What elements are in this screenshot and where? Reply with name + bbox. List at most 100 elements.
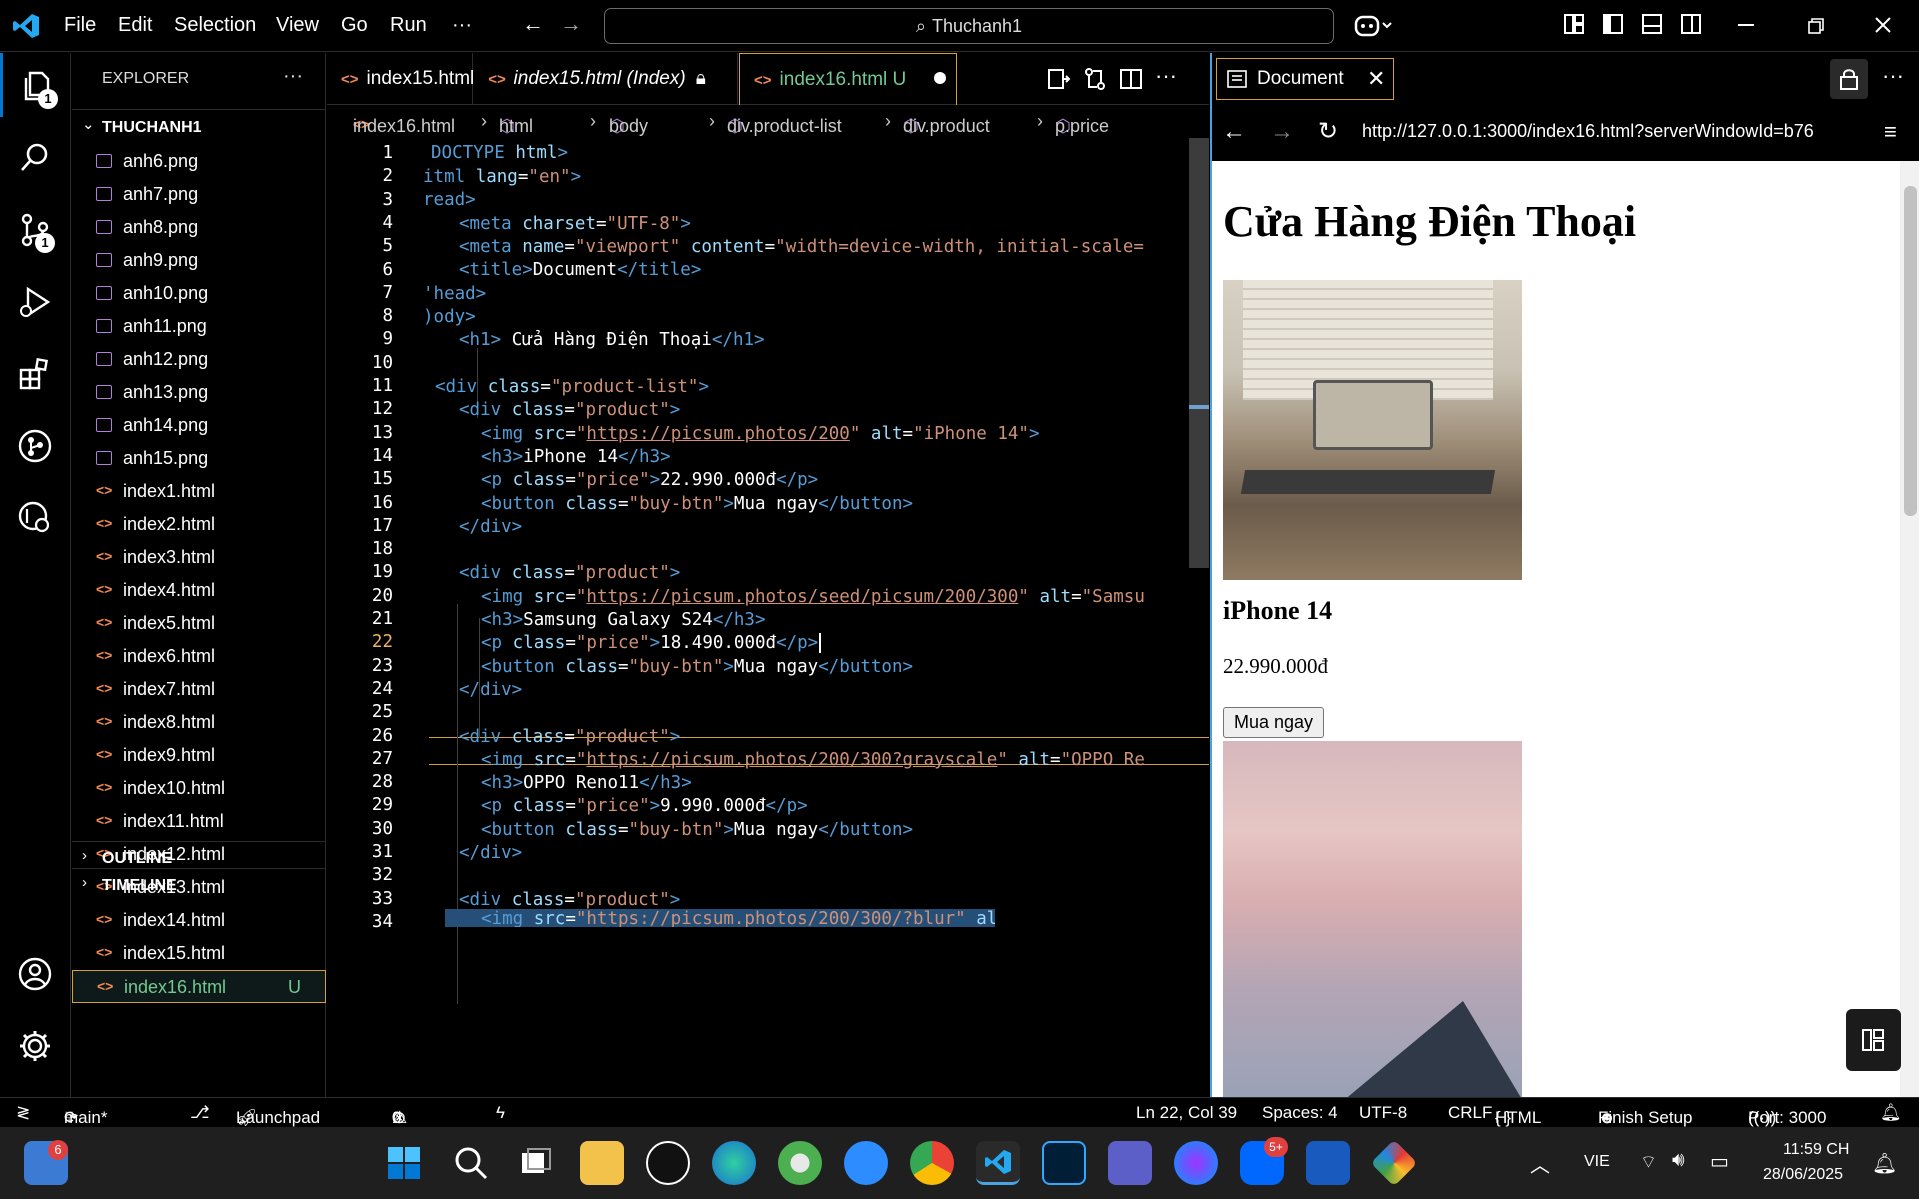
floating-action-button[interactable] bbox=[1846, 1009, 1901, 1071]
manage-activity[interactable] bbox=[0, 1013, 71, 1077]
forward-arrow-icon[interactable]: → bbox=[560, 11, 582, 37]
reload-icon[interactable]: ↻ bbox=[1318, 117, 1338, 146]
outline-section[interactable]: › OUTLINE bbox=[82, 844, 322, 874]
menu-edit[interactable]: Edit bbox=[118, 14, 152, 37]
tiktok-icon[interactable] bbox=[646, 1141, 690, 1185]
menu-view[interactable]: View bbox=[276, 14, 319, 37]
file-item[interactable]: <> index15.html bbox=[72, 937, 326, 970]
volume-icon[interactable]: 🔊︎ bbox=[1672, 1149, 1685, 1172]
remote-icon[interactable]: ≷ bbox=[16, 1103, 30, 1123]
menu-file[interactable]: File bbox=[64, 14, 96, 37]
menu-go[interactable]: Go bbox=[341, 14, 368, 37]
notification-center-icon[interactable]: 🔔︎ bbox=[1872, 1151, 1897, 1176]
timeline-section[interactable]: › TIMELINE bbox=[82, 871, 322, 901]
file-item[interactable]: anh11.png bbox=[72, 310, 326, 343]
toggle-secondary-sidebar-icon[interactable] bbox=[1680, 13, 1702, 35]
wifi-icon[interactable]: ⌔ bbox=[1640, 1151, 1657, 1174]
zoom-icon[interactable] bbox=[844, 1141, 888, 1185]
file-item[interactable]: <> index1.html bbox=[72, 475, 326, 508]
url-field[interactable]: http://127.0.0.1:3000/index16.html?serve… bbox=[1362, 121, 1814, 142]
photoshop-icon[interactable] bbox=[1042, 1141, 1086, 1185]
lightning-icon[interactable]: ϟ bbox=[496, 1103, 505, 1123]
source-control-activity[interactable]: 1 bbox=[0, 197, 71, 261]
file-item[interactable]: anh10.png bbox=[72, 277, 326, 310]
file-item[interactable]: <> index5.html bbox=[72, 607, 326, 640]
extensions-activity[interactable] bbox=[0, 341, 71, 405]
file-item[interactable]: <> index6.html bbox=[72, 640, 326, 673]
file-item[interactable]: <> index10.html bbox=[72, 772, 326, 805]
clock-time[interactable]: 11:59 CH bbox=[1783, 1141, 1849, 1159]
file-item[interactable]: anh6.png bbox=[72, 145, 326, 178]
file-item[interactable]: anh9.png bbox=[72, 244, 326, 277]
explorer-activity[interactable]: 1 bbox=[0, 53, 71, 117]
messenger-icon[interactable] bbox=[1174, 1141, 1218, 1185]
close-tab-icon[interactable]: ✕ bbox=[1367, 66, 1385, 92]
file-item[interactable]: <> index8.html bbox=[72, 706, 326, 739]
vscode-taskbar-icon[interactable] bbox=[976, 1141, 1020, 1185]
gitlens-status-icon[interactable]: ⎇ bbox=[190, 1103, 210, 1123]
edge-icon[interactable] bbox=[712, 1141, 756, 1185]
file-item[interactable]: <> index2.html bbox=[72, 508, 326, 541]
file-item[interactable]: <> index11.html bbox=[72, 805, 326, 838]
restore-icon[interactable] bbox=[1808, 18, 1824, 34]
copilot-icon[interactable] bbox=[1354, 13, 1394, 39]
live-share-activity[interactable] bbox=[0, 485, 71, 549]
file-item[interactable]: anh15.png bbox=[72, 442, 326, 475]
search-activity[interactable] bbox=[0, 125, 71, 189]
search-icon[interactable] bbox=[448, 1141, 492, 1185]
encoding[interactable]: UTF-8 bbox=[1359, 1103, 1407, 1123]
folder-thuchanh1[interactable]: ⌄ THUCHANH1 bbox=[82, 113, 322, 143]
menu-more[interactable]: ··· bbox=[452, 14, 472, 37]
file-item[interactable]: anh13.png bbox=[72, 376, 326, 409]
explorer-more-icon[interactable]: ··· bbox=[283, 65, 303, 88]
minimize-icon[interactable] bbox=[1738, 24, 1754, 26]
tab-index16[interactable]: <> index16.html U bbox=[739, 53, 957, 105]
cursor-position[interactable]: Ln 22, Col 39 bbox=[1136, 1103, 1237, 1123]
task-view-icon[interactable] bbox=[514, 1141, 558, 1185]
app-icon[interactable] bbox=[1370, 1139, 1418, 1187]
file-item[interactable]: <> index14.html bbox=[72, 904, 326, 937]
page-scrollbar[interactable] bbox=[1900, 161, 1919, 1097]
file-item[interactable]: anh7.png bbox=[72, 178, 326, 211]
menu-selection[interactable]: Selection bbox=[174, 14, 256, 37]
windows-start-icon[interactable] bbox=[382, 1141, 426, 1185]
menu-run[interactable]: Run bbox=[390, 14, 427, 37]
battery-icon[interactable]: ▭ bbox=[1710, 1149, 1729, 1174]
close-icon[interactable] bbox=[1874, 16, 1892, 34]
file-item[interactable]: <> index16.html U bbox=[72, 970, 326, 1003]
open-preview-icon[interactable] bbox=[1047, 67, 1071, 91]
file-item[interactable]: anh14.png bbox=[72, 409, 326, 442]
file-item[interactable]: <> index7.html bbox=[72, 673, 326, 706]
end-of-line[interactable]: CRLF bbox=[1448, 1103, 1492, 1123]
command-center-search[interactable]: ⌕ Thuchanh1 bbox=[604, 8, 1334, 44]
tab-index15-preview[interactable]: <> index15.html (Index) 🔒︎ bbox=[474, 53, 738, 105]
lock-button[interactable] bbox=[1830, 59, 1868, 99]
coccoc-icon[interactable] bbox=[778, 1141, 822, 1185]
hamburger-menu-icon[interactable]: ≡ bbox=[1884, 119, 1897, 145]
buy-button[interactable]: Mua ngay bbox=[1223, 707, 1325, 738]
file-explorer-icon[interactable] bbox=[580, 1141, 624, 1185]
editor-scrollbar[interactable] bbox=[1189, 138, 1209, 568]
code-editor[interactable]: 1 2 3 4 5 6 7 8 9 10 11 12 13 14 15 16 17 18 19 20 21 22 23 24 2… bbox=[327, 138, 1209, 1097]
input-language[interactable]: VIE bbox=[1584, 1153, 1610, 1171]
file-item[interactable]: anh12.png bbox=[72, 343, 326, 376]
file-item[interactable]: anh8.png bbox=[72, 211, 326, 244]
word-icon[interactable] bbox=[1306, 1141, 1350, 1185]
file-item[interactable]: <> index4.html bbox=[72, 574, 326, 607]
split-editor-icon[interactable] bbox=[1119, 67, 1143, 91]
browser-tab[interactable]: Document ✕ bbox=[1216, 58, 1394, 100]
compare-changes-icon[interactable] bbox=[1083, 67, 1107, 91]
chevron-up-icon[interactable]: ︿ bbox=[1530, 1149, 1550, 1178]
gitlens-activity[interactable] bbox=[0, 413, 71, 477]
unsaved-dot-icon[interactable] bbox=[934, 72, 946, 84]
file-item[interactable]: <> index9.html bbox=[72, 739, 326, 772]
notifications-bell-icon[interactable]: 🔔︎ bbox=[1880, 1103, 1902, 1123]
forward-arrow-icon[interactable]: → bbox=[1270, 118, 1294, 146]
page-scroll-thumb[interactable] bbox=[1904, 186, 1917, 516]
toggle-panel-icon[interactable] bbox=[1641, 13, 1663, 35]
file-item[interactable]: <> index3.html bbox=[72, 541, 326, 574]
run-debug-activity[interactable] bbox=[0, 269, 71, 333]
toggle-sidebar-icon[interactable] bbox=[1602, 13, 1624, 35]
more-actions-icon[interactable]: ··· bbox=[1155, 63, 1177, 89]
customize-layout-icon[interactable] bbox=[1563, 13, 1585, 35]
